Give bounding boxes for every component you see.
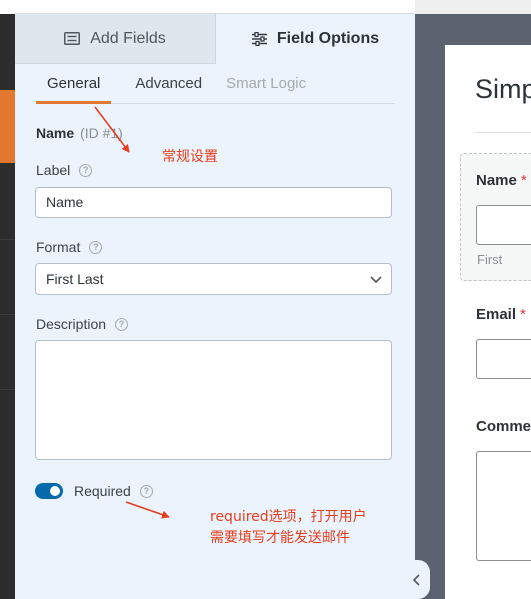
chevron-left-icon	[412, 573, 420, 586]
admin-menu-active-item[interactable]	[0, 90, 15, 163]
annotation-required-line1: required选项，打开用户	[210, 509, 367, 525]
description-field-label: Description ?	[36, 316, 129, 332]
toggle-knob	[50, 486, 60, 496]
field-name: Name	[36, 125, 75, 141]
required-toggle[interactable]	[35, 483, 63, 499]
tab-field-options[interactable]: Field Options	[216, 14, 415, 64]
sliders-icon	[251, 32, 267, 46]
field-id: (ID #1)	[80, 125, 123, 141]
question-circle-icon[interactable]: ?	[115, 317, 129, 331]
admin-sidebar	[0, 0, 15, 599]
preview-name-input[interactable]	[476, 205, 531, 245]
preview-name-label: Name *	[476, 172, 527, 189]
preview-top-strip	[415, 0, 531, 14]
panel-tabs: Add Fields Field Options	[15, 14, 415, 64]
required-label: Required	[74, 483, 131, 499]
preview-comment-label: Comme	[476, 418, 531, 435]
description-textarea[interactable]	[35, 340, 392, 460]
field-heading: Name (ID #1)	[36, 125, 123, 141]
options-subtabs: General Advanced Smart Logic	[36, 73, 395, 104]
preview-name-sublabel: First	[477, 252, 503, 267]
tab-add-fields[interactable]: Add Fields	[15, 14, 216, 64]
format-field-label: Format ?	[36, 239, 103, 255]
top-bar	[15, 0, 415, 14]
required-asterisk: *	[520, 306, 526, 323]
tab-field-options-label: Field Options	[276, 30, 380, 47]
chevron-down-icon	[370, 276, 382, 284]
label-input[interactable]: Name	[35, 187, 392, 218]
question-circle-icon[interactable]: ?	[139, 484, 153, 498]
format-selected-value: First Last	[46, 271, 104, 287]
format-select[interactable]: First Last	[35, 263, 392, 295]
question-circle-icon[interactable]: ?	[79, 163, 93, 177]
subtab-smart-logic[interactable]: Smart Logic	[226, 73, 306, 104]
annotation-required-line2: 需要填写才能发送邮件	[210, 530, 350, 546]
admin-menu-divider	[0, 239, 15, 240]
preview-email-label-text: Email	[476, 306, 517, 323]
required-asterisk: *	[520, 172, 527, 189]
form-title: Simp	[475, 74, 531, 104]
format-title: Format	[36, 239, 81, 255]
admin-sidebar-top	[0, 0, 15, 14]
admin-menu-divider	[0, 389, 15, 390]
description-title: Description	[36, 316, 107, 332]
preview-email-input[interactable]	[476, 339, 531, 379]
question-circle-icon[interactable]: ?	[89, 240, 103, 254]
subtab-advanced[interactable]: Advanced	[135, 73, 202, 104]
required-row: Required ?	[35, 483, 153, 499]
list-icon	[64, 32, 81, 45]
label-field-label: Label ?	[36, 162, 93, 178]
annotation-required: required选项，打开用户 需要填写才能发送邮件	[210, 507, 367, 549]
preview-email-label: Email *	[476, 306, 526, 323]
collapse-panel-button[interactable]	[404, 560, 430, 599]
preview-name-label-text: Name	[476, 172, 517, 189]
label-title: Label	[36, 162, 71, 178]
admin-menu-divider	[0, 314, 15, 315]
subtab-general[interactable]: General	[36, 73, 112, 104]
preview-comment-textarea[interactable]	[476, 451, 531, 561]
annotation-general: 常规设置	[162, 149, 218, 165]
form-title-divider	[475, 132, 531, 133]
tab-add-fields-label: Add Fields	[90, 29, 166, 47]
